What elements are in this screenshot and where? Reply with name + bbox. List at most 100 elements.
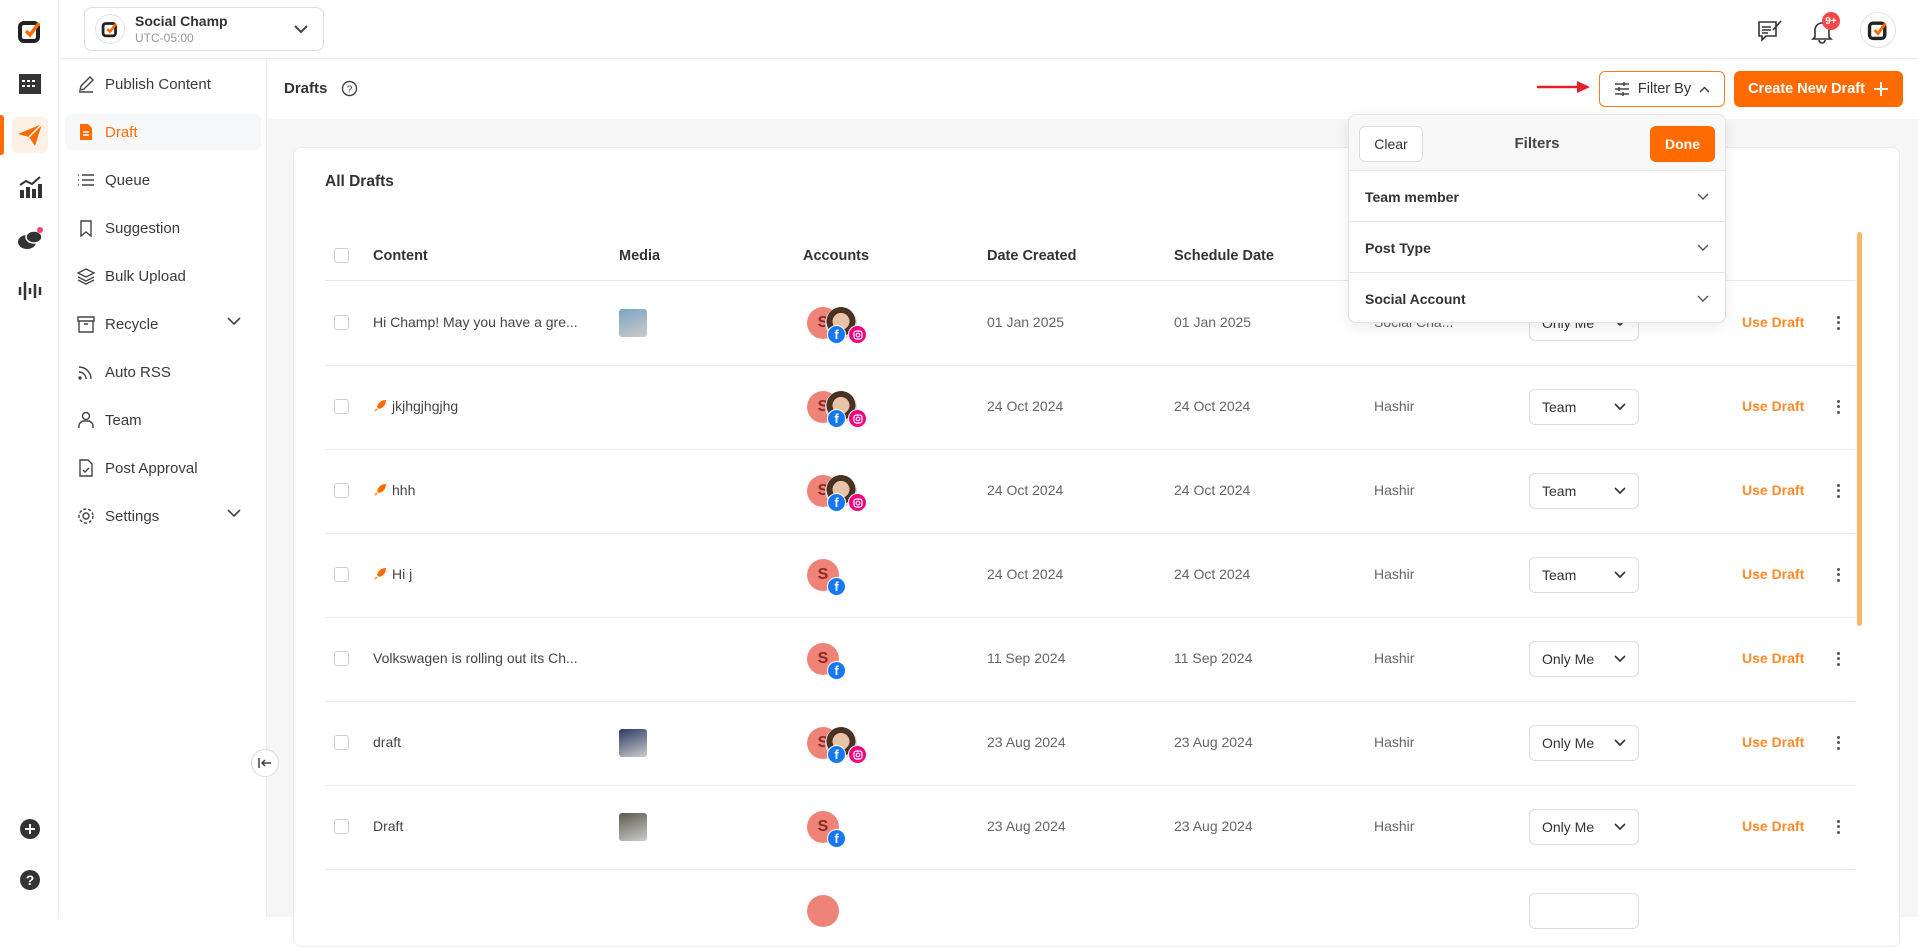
calendar-icon[interactable] xyxy=(12,65,48,101)
chevron-down-icon xyxy=(1614,823,1626,831)
use-draft-link[interactable]: Use Draft xyxy=(1742,566,1804,582)
visibility-select[interactable]: Only Me xyxy=(1529,641,1639,677)
sidebar-item-auto-rss[interactable]: Auto RSS xyxy=(65,354,261,390)
sliders-icon xyxy=(1614,82,1629,96)
sidebar: Publish Content Draft Queue Suggestion B… xyxy=(59,59,267,917)
filter-team-member[interactable]: Team member xyxy=(1349,171,1725,222)
draft-content-link[interactable]: jkjhgjhgjhg xyxy=(373,398,458,414)
more-options-icon[interactable] xyxy=(1834,398,1842,416)
column-header-date-created[interactable]: Date Created xyxy=(987,248,1076,264)
help-circle-icon[interactable]: ? xyxy=(341,80,358,102)
column-header-accounts[interactable]: Accounts xyxy=(803,248,869,264)
sidebar-item-suggestion[interactable]: Suggestion xyxy=(65,210,261,246)
done-button[interactable]: Done xyxy=(1650,126,1715,162)
row-divider xyxy=(325,785,1855,786)
row-divider xyxy=(325,617,1855,618)
column-header-content[interactable]: Content xyxy=(373,248,428,264)
draft-content-link[interactable]: hhh xyxy=(373,482,415,498)
media-thumbnail[interactable] xyxy=(619,309,647,337)
bell-icon[interactable]: 9+ xyxy=(1809,12,1840,44)
more-options-icon[interactable] xyxy=(1834,482,1842,500)
compose-note-icon[interactable] xyxy=(1757,18,1783,44)
row-checkbox[interactable] xyxy=(334,483,349,498)
sidebar-item-draft[interactable]: Draft xyxy=(65,114,261,150)
sidebar-item-team[interactable]: Team xyxy=(65,402,261,438)
facebook-icon: f xyxy=(827,409,846,428)
row-checkbox[interactable] xyxy=(334,735,349,750)
account-name: Social Champ xyxy=(135,13,228,29)
sidebar-item-label: Post Approval xyxy=(105,459,198,477)
row-checkbox[interactable] xyxy=(334,651,349,666)
row-checkbox[interactable] xyxy=(334,399,349,414)
all-drafts-title: All Drafts xyxy=(325,173,394,190)
sidebar-item-settings[interactable]: Settings xyxy=(65,498,261,534)
active-indicator xyxy=(0,115,4,155)
row-checkbox[interactable] xyxy=(334,315,349,330)
filters-dropdown: Clear Filters Done Team member Post Type… xyxy=(1348,114,1726,323)
create-new-draft-button[interactable]: Create New Draft xyxy=(1734,71,1903,107)
sidebar-item-bulk-upload[interactable]: Bulk Upload xyxy=(65,258,261,294)
use-draft-link[interactable]: Use Draft xyxy=(1742,818,1804,834)
sidebar-item-post-approval[interactable]: Post Approval xyxy=(65,450,261,486)
sidebar-item-publish-content[interactable]: Publish Content xyxy=(65,66,261,102)
date-created: 23 Aug 2024 xyxy=(987,734,1066,750)
more-options-icon[interactable] xyxy=(1834,734,1842,752)
accounts-avatars: Sf xyxy=(807,475,867,513)
analytics-icon[interactable] xyxy=(12,169,48,205)
app-logo[interactable] xyxy=(12,13,48,49)
inbox-chat-icon[interactable] xyxy=(12,222,48,258)
sidebar-item-recycle[interactable]: Recycle xyxy=(65,306,261,342)
account-selector[interactable]: Social Champ UTC-05:00 xyxy=(84,7,324,51)
row-checkbox[interactable] xyxy=(334,819,349,834)
media-thumbnail[interactable] xyxy=(619,813,647,841)
media-thumbnail[interactable] xyxy=(619,729,647,757)
listening-waveform-icon[interactable] xyxy=(12,273,48,309)
collapse-sidebar-button[interactable] xyxy=(251,749,279,777)
top-bar xyxy=(59,0,1918,59)
visibility-select[interactable]: Only Me xyxy=(1529,725,1639,761)
visibility-select[interactable]: Team xyxy=(1529,557,1639,593)
use-draft-link[interactable]: Use Draft xyxy=(1742,398,1804,414)
draft-content-link[interactable]: Hi Champ! May you have a gre... xyxy=(373,314,578,330)
chevron-down-icon xyxy=(294,25,308,34)
use-draft-link[interactable]: Use Draft xyxy=(1742,482,1804,498)
schedule-date: 24 Oct 2024 xyxy=(1174,482,1251,498)
visibility-select[interactable]: Team xyxy=(1529,473,1639,509)
publish-icon[interactable] xyxy=(12,117,48,153)
account-timezone: UTC-05:00 xyxy=(135,31,194,45)
visibility-select[interactable] xyxy=(1529,893,1639,929)
sidebar-item-label: Settings xyxy=(105,507,160,525)
use-draft-link[interactable]: Use Draft xyxy=(1742,650,1804,666)
facebook-icon: f xyxy=(827,493,846,512)
more-options-icon[interactable] xyxy=(1834,314,1842,332)
sidebar-item-queue[interactable]: Queue xyxy=(65,162,261,198)
visibility-select[interactable]: Team xyxy=(1529,389,1639,425)
user-avatar[interactable] xyxy=(1860,12,1896,48)
created-by: Hashir xyxy=(1374,734,1415,750)
filter-by-button[interactable]: Filter By xyxy=(1599,71,1725,107)
use-draft-link[interactable]: Use Draft xyxy=(1742,314,1804,330)
use-draft-link[interactable]: Use Draft xyxy=(1742,734,1804,750)
more-options-icon[interactable] xyxy=(1834,650,1842,668)
sidebar-item-label: Queue xyxy=(105,171,151,189)
date-created: 24 Oct 2024 xyxy=(987,398,1064,414)
draft-content-link[interactable]: Draft xyxy=(373,818,403,834)
visibility-select[interactable]: Only Me xyxy=(1529,809,1639,845)
filter-social-account[interactable]: Social Account xyxy=(1349,273,1725,322)
help-icon[interactable]: ? xyxy=(12,862,48,898)
draft-content-link[interactable]: draft xyxy=(373,734,401,750)
add-icon[interactable] xyxy=(12,811,48,847)
draft-content-text: jkjhgjhgjhg xyxy=(392,398,459,414)
scrollbar-thumb[interactable] xyxy=(1857,232,1862,626)
draft-content-text: Draft xyxy=(373,818,404,834)
draft-content-link[interactable]: Hi j xyxy=(373,566,412,582)
more-options-icon[interactable] xyxy=(1834,818,1842,836)
schedule-date: 23 Aug 2024 xyxy=(1174,818,1253,834)
column-header-schedule-date[interactable]: Schedule Date xyxy=(1174,248,1274,264)
select-all-checkbox[interactable] xyxy=(334,248,349,263)
row-checkbox[interactable] xyxy=(334,567,349,582)
filter-post-type[interactable]: Post Type xyxy=(1349,222,1725,273)
more-options-icon[interactable] xyxy=(1834,566,1842,584)
draft-content-link[interactable]: Volkswagen is rolling out its Ch... xyxy=(373,650,578,666)
column-header-media[interactable]: Media xyxy=(619,248,660,264)
